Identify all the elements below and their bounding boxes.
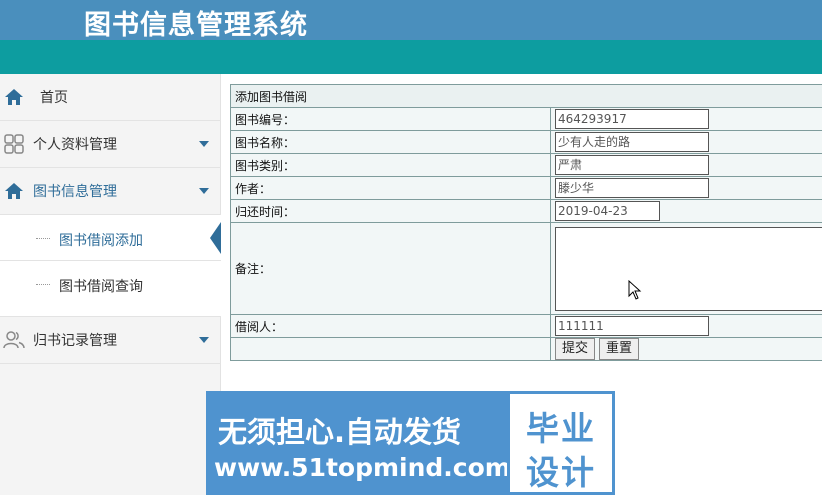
top-nav-bar	[0, 40, 822, 74]
form-row-author: 作者： 滕少华	[230, 176, 822, 200]
book-name-input[interactable]: 少有人走的路	[555, 132, 709, 152]
borrower-input[interactable]: 111111	[555, 316, 709, 336]
users-icon	[3, 331, 25, 349]
app-title: 图书信息管理系统	[84, 10, 308, 41]
sidebar-item-label: 归书记录管理	[33, 333, 117, 349]
form-row-remarks: 备注：	[230, 222, 822, 315]
chevron-down-icon	[199, 337, 209, 343]
watermark-banner: 无须担心.自动发货 www.51topmind.com 毕业 设计	[206, 391, 615, 495]
field-label: 备注：	[230, 222, 551, 315]
field-label: 图书类别：	[230, 153, 551, 177]
form-row-book-category: 图书类别： 严肃	[230, 153, 822, 177]
sidebar-subitem-label: 图书借阅查询	[59, 279, 143, 295]
home-icon	[5, 183, 23, 199]
active-indicator	[210, 222, 221, 254]
form-row-borrower: 借阅人： 111111	[230, 314, 822, 338]
form-row-book-id: 图书编号： 464293917	[230, 107, 822, 131]
empty-cell	[230, 337, 551, 361]
sidebar-item-book-info[interactable]: 图书信息管理	[0, 168, 221, 215]
field-label: 图书名称：	[230, 130, 551, 154]
field-label: 归还时间：	[230, 199, 551, 223]
borrow-form-table: 添加图书借阅 图书编号： 464293917 图书名称： 少有人走的路 图书类别…	[230, 84, 822, 361]
chevron-down-icon	[199, 141, 209, 147]
remarks-textarea[interactable]	[555, 226, 822, 311]
sidebar-subitem-borrow-add[interactable]: 图书借阅添加	[0, 215, 221, 261]
sidebar-item-home[interactable]: 首页	[0, 74, 221, 121]
author-input[interactable]: 滕少华	[555, 178, 709, 198]
chevron-down-icon	[199, 188, 209, 194]
field-label: 借阅人：	[230, 314, 551, 338]
mouse-cursor-icon	[628, 280, 642, 300]
sidebar-item-profile[interactable]: 个人资料管理	[0, 121, 221, 168]
book-category-input[interactable]: 严肃	[555, 155, 709, 175]
tree-dash	[36, 284, 50, 285]
watermark-url: www.51topmind.com	[214, 453, 511, 482]
field-label: 作者：	[230, 176, 551, 200]
sidebar-subitem-label: 图书借阅添加	[59, 233, 143, 249]
sidebar: 首页 个人资料管理 图书信息管理 图书借阅添加 图书借阅查询 归书记录管理	[0, 74, 221, 495]
watermark-badge-text: 设计	[526, 453, 596, 492]
sidebar-item-label: 图书信息管理	[33, 184, 117, 200]
home-icon	[5, 89, 23, 105]
sidebar-item-label: 个人资料管理	[33, 137, 117, 153]
book-id-input[interactable]: 464293917	[555, 109, 709, 129]
form-title: 添加图书借阅	[230, 84, 822, 108]
form-row-actions: 提交 重置	[230, 337, 822, 361]
watermark-badge-text: 毕业	[526, 409, 596, 448]
sidebar-subitem-borrow-query[interactable]: 图书借阅查询	[0, 261, 221, 317]
app-header: 图书信息管理系统	[0, 0, 822, 41]
sidebar-item-return-records[interactable]: 归书记录管理	[0, 317, 221, 364]
watermark-badge: 毕业 设计	[507, 391, 615, 495]
watermark-text: 无须担心.自动发货	[218, 415, 462, 449]
grid-icon	[4, 134, 24, 154]
field-label: 图书编号：	[230, 107, 551, 131]
sidebar-item-label: 首页	[40, 90, 68, 106]
form-header-row: 添加图书借阅	[230, 84, 822, 108]
watermark-left: 无须担心.自动发货 www.51topmind.com	[206, 391, 511, 495]
return-date-input[interactable]: 2019-04-23	[555, 201, 660, 221]
form-row-book-name: 图书名称： 少有人走的路	[230, 130, 822, 154]
submit-button[interactable]: 提交	[555, 338, 596, 360]
reset-button[interactable]: 重置	[599, 338, 640, 360]
tree-dash	[36, 238, 50, 239]
form-row-return-date: 归还时间： 2019-04-23	[230, 199, 822, 223]
